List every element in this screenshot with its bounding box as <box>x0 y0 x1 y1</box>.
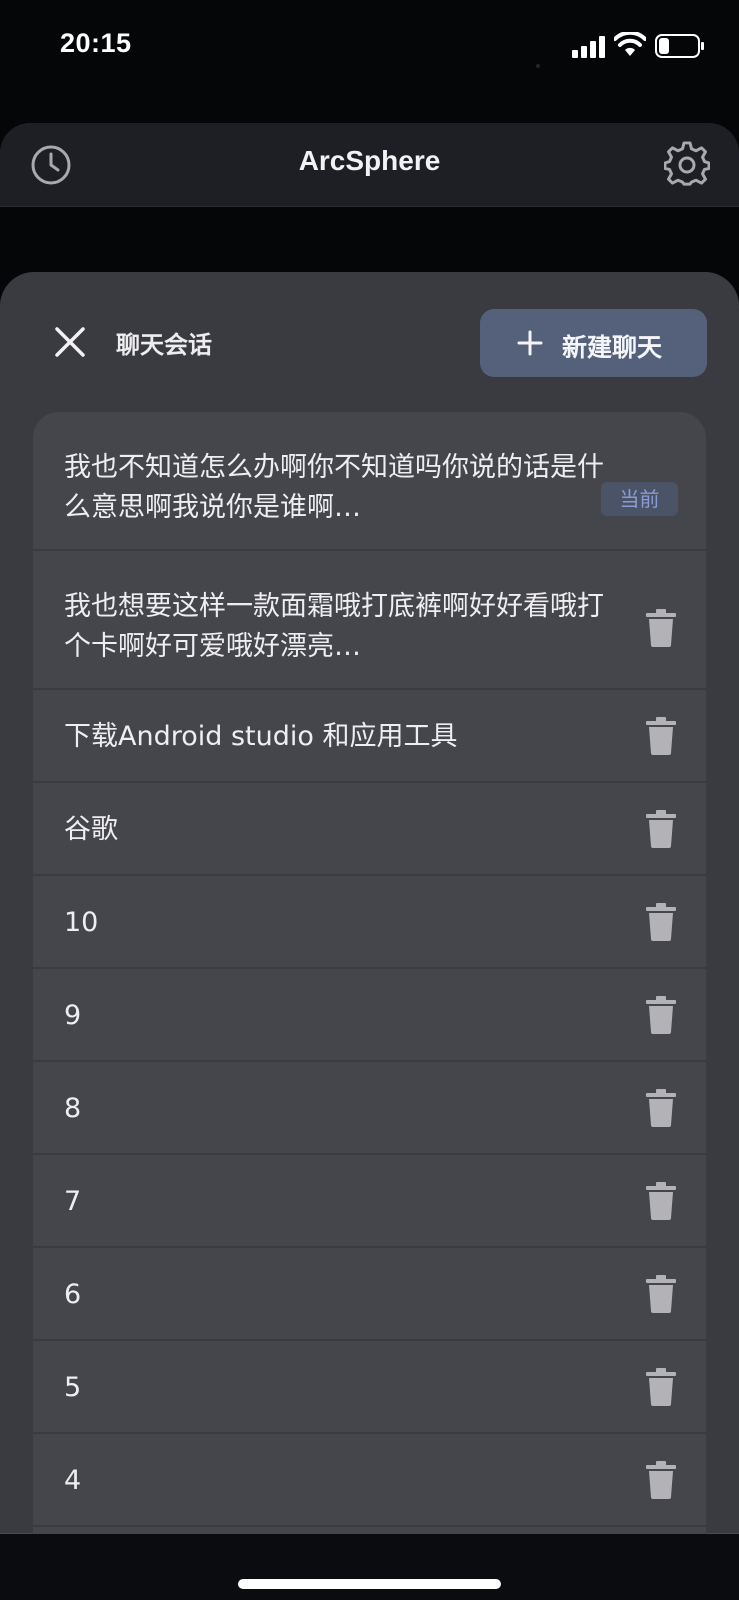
chat-session-title: 我也想要这样一款面霜哦打底裤啊好好看哦打个卡啊好可爱哦好漂亮… <box>64 591 604 662</box>
chat-session-item[interactable]: 谷歌 <box>33 783 706 876</box>
chat-session-item[interactable]: 7 <box>33 1155 706 1248</box>
chat-session-item[interactable]: 我也不知道怎么办啊你不知道吗你说的话是什么意思啊我说你是谁啊… 当前 <box>33 412 706 551</box>
chat-session-item[interactable]: 5 <box>33 1341 706 1434</box>
close-icon[interactable] <box>52 324 88 360</box>
current-badge: 当前 <box>601 482 678 516</box>
chat-session-list: 我也不知道怎么办啊你不知道吗你说的话是什么意思啊我说你是谁啊… 当前 我也想要这… <box>33 412 706 1534</box>
trash-icon[interactable] <box>646 1461 676 1499</box>
chat-session-item[interactable]: 8 <box>33 1062 706 1155</box>
status-time: 20:15 <box>60 28 132 58</box>
trash-icon[interactable] <box>646 1089 676 1127</box>
wifi-icon <box>614 32 646 56</box>
chat-session-title: 9 <box>64 1000 82 1031</box>
chat-session-item[interactable]: 6 <box>33 1248 706 1341</box>
chat-session-item[interactable]: 10 <box>33 876 706 969</box>
app-title: ArcSphere <box>298 145 441 176</box>
chat-session-title: 下载Android studio 和应用工具 <box>64 721 458 752</box>
sheet-title: 聊天会话 <box>116 331 212 359</box>
trash-icon[interactable] <box>646 1182 676 1220</box>
new-chat-label: 新建聊天 <box>562 333 663 362</box>
trash-icon[interactable] <box>646 996 676 1034</box>
plus-icon <box>517 330 543 356</box>
trash-icon[interactable] <box>646 1368 676 1406</box>
chat-session-title: 10 <box>64 907 99 938</box>
chat-session-title: 谷歌 <box>64 814 118 845</box>
chat-session-item[interactable]: 我也想要这样一款面霜哦打底裤啊好好看哦打个卡啊好可爱哦好漂亮… <box>33 551 706 690</box>
chat-session-item[interactable]: 9 <box>33 969 706 1062</box>
home-indicator[interactable] <box>238 1579 501 1589</box>
trash-icon[interactable] <box>646 1275 676 1313</box>
chat-session-item[interactable]: 下载Android studio 和应用工具 <box>33 690 706 783</box>
chat-session-title: 7 <box>64 1186 82 1217</box>
chat-session-title: 8 <box>64 1093 82 1124</box>
trash-icon[interactable] <box>646 609 676 647</box>
trash-icon[interactable] <box>646 903 676 941</box>
chat-sessions-sheet: 聊天会话 新建聊天 我也不知道怎么办啊你不知道吗你说的话是什么意思啊我说你是谁啊… <box>0 272 739 1534</box>
app-header: ArcSphere <box>0 123 739 206</box>
chat-session-title: 我也不知道怎么办啊你不知道吗你说的话是什么意思啊我说你是谁啊… <box>64 452 604 523</box>
new-chat-button[interactable]: 新建聊天 <box>480 309 707 377</box>
chat-session-title: 4 <box>64 1465 82 1496</box>
bottom-bar <box>0 1534 739 1600</box>
battery-icon <box>655 34 704 58</box>
chat-session-title: 6 <box>64 1279 82 1310</box>
cellular-signal-icon <box>572 36 605 58</box>
status-bar: 20:15 <box>0 0 739 95</box>
camera-dot <box>536 64 540 68</box>
trash-icon[interactable] <box>646 810 676 848</box>
chat-session-item[interactable]: 4 <box>33 1434 706 1527</box>
chat-session-title: 5 <box>64 1372 82 1403</box>
settings-icon[interactable] <box>664 141 710 187</box>
trash-icon[interactable] <box>646 717 676 755</box>
